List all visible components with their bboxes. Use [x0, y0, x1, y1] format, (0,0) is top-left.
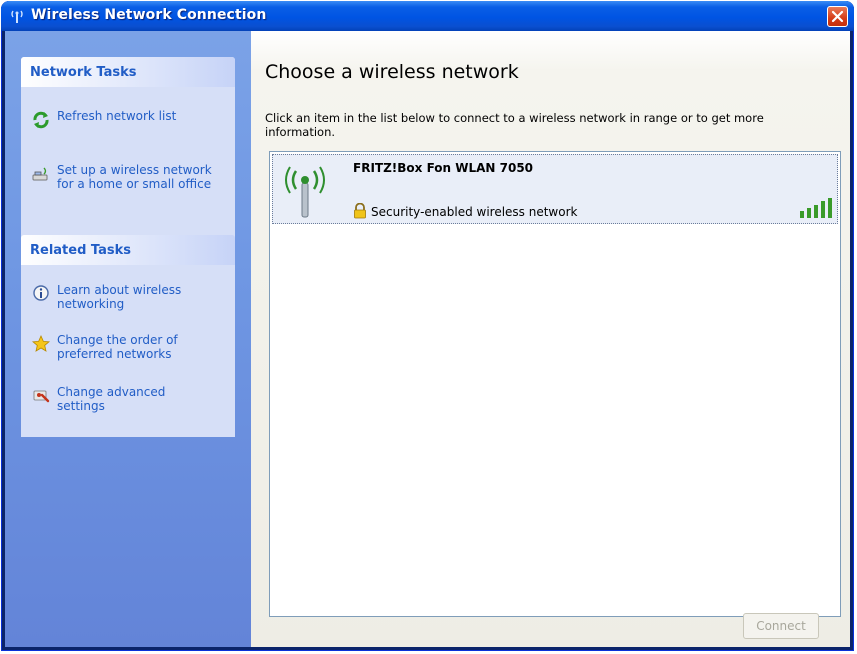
window: Wireless Network Connection Network Task… [1, 1, 854, 651]
wireless-network-icon [9, 8, 25, 24]
related-tasks-title: Related Tasks [30, 243, 132, 258]
star-icon [31, 334, 51, 354]
close-icon [831, 10, 844, 23]
refresh-network-list-label: Refresh network list [57, 109, 177, 123]
network-name: FRITZ!Box Fon WLAN 7050 [353, 161, 534, 175]
info-icon [31, 284, 51, 304]
settings-icon [31, 386, 51, 406]
change-advanced-settings-label: Change advanced settings [57, 385, 166, 413]
network-tasks-header[interactable]: Network Tasks [21, 57, 235, 87]
network-list-item[interactable]: FRITZ!Box Fon WLAN 7050 Security-enabled… [272, 154, 838, 224]
network-security-status: Security-enabled wireless network [371, 205, 578, 219]
signal-strength-icon [799, 197, 833, 219]
learn-wireless-label: Learn about wireless networking [57, 283, 182, 311]
network-tasks-panel: Network Tasks Refresh network list Set u… [21, 57, 235, 245]
main-content: Choose a wireless network Click an item … [251, 31, 850, 647]
change-preferred-order-link[interactable]: Change the order of preferred networks [31, 333, 217, 361]
wireless-antenna-icon [283, 163, 327, 219]
change-preferred-order-label: Change the order of preferred networks [57, 333, 178, 361]
refresh-icon [31, 110, 51, 130]
setup-wireless-network-label: Set up a wireless network for a home or … [57, 163, 212, 191]
related-tasks-header[interactable]: Related Tasks [21, 235, 235, 265]
close-button[interactable] [827, 6, 848, 27]
setup-network-icon [31, 164, 51, 184]
connect-button[interactable]: Connect [743, 613, 819, 639]
window-client: Network Tasks Refresh network list Set u… [5, 31, 850, 647]
learn-wireless-link[interactable]: Learn about wireless networking [31, 283, 217, 311]
window-title: Wireless Network Connection [31, 7, 267, 23]
task-sidebar: Network Tasks Refresh network list Set u… [5, 31, 251, 647]
lock-icon [353, 202, 367, 219]
title-bar[interactable]: Wireless Network Connection [1, 1, 854, 31]
network-list[interactable]: FRITZ!Box Fon WLAN 7050 Security-enabled… [269, 151, 841, 617]
instructions-text: Click an item in the list below to conne… [265, 111, 764, 139]
setup-wireless-network-link[interactable]: Set up a wireless network for a home or … [31, 163, 217, 191]
related-tasks-panel: Related Tasks Learn about wireless netwo… [21, 235, 235, 437]
change-advanced-settings-link[interactable]: Change advanced settings [31, 385, 217, 413]
network-tasks-title: Network Tasks [30, 65, 137, 80]
refresh-network-list-link[interactable]: Refresh network list [31, 109, 217, 130]
page-title: Choose a wireless network [265, 61, 519, 83]
